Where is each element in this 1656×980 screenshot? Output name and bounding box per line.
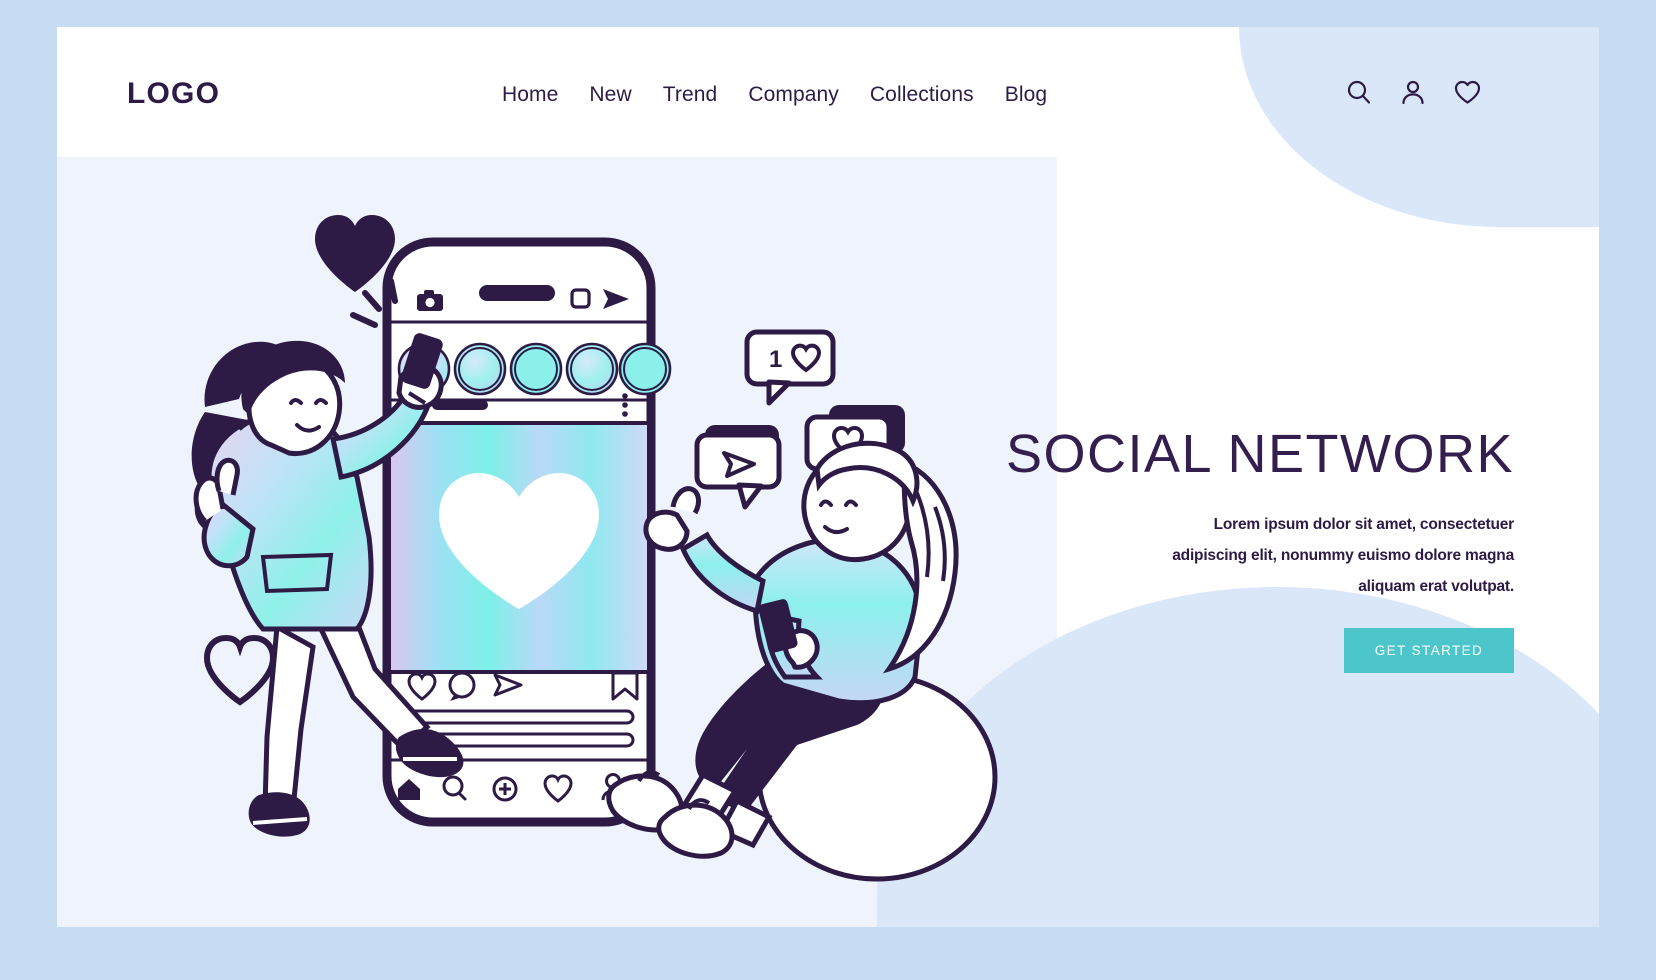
nav-item-collections[interactable]: Collections: [870, 83, 974, 107]
get-started-button[interactable]: GET STARTED: [1344, 628, 1514, 673]
main-navigation: Home New Trend Company Collections Blog: [502, 83, 1047, 107]
chat-bubble-like-count: 1: [744, 329, 836, 406]
heart-icon[interactable]: [1454, 79, 1481, 105]
user-icon[interactable]: [1400, 79, 1426, 105]
post-image: [391, 425, 647, 670]
character-woman-sitting: [606, 440, 998, 882]
chat-bubble-send: [694, 432, 782, 510]
site-header: LOGO Home New Trend Company Collections …: [57, 27, 1599, 157]
nav-item-company[interactable]: Company: [748, 83, 839, 107]
nav-item-blog[interactable]: Blog: [1005, 83, 1047, 107]
social-network-illustration: 1: [117, 177, 1047, 897]
page-root: LOGO Home New Trend Company Collections …: [0, 0, 1656, 980]
nav-item-home[interactable]: Home: [502, 83, 558, 107]
nav-item-new[interactable]: New: [589, 83, 631, 107]
decor-heart-large: [315, 215, 395, 292]
logo[interactable]: LOGO: [127, 77, 220, 111]
page-title: SOCIAL NETWORK: [1005, 424, 1514, 484]
landing-card: LOGO Home New Trend Company Collections …: [57, 27, 1599, 927]
hero-description: Lorem ipsum dolor sit amet, consectetuer…: [1172, 516, 1514, 595]
search-icon[interactable]: [1346, 79, 1372, 105]
decor-heart-small: [203, 634, 277, 706]
svg-text:1: 1: [769, 346, 782, 373]
nav-item-trend[interactable]: Trend: [663, 83, 718, 107]
hero-section: SOCIAL NETWORK Lorem ipsum dolor sit ame…: [984, 427, 1514, 673]
header-actions: [1346, 79, 1481, 105]
